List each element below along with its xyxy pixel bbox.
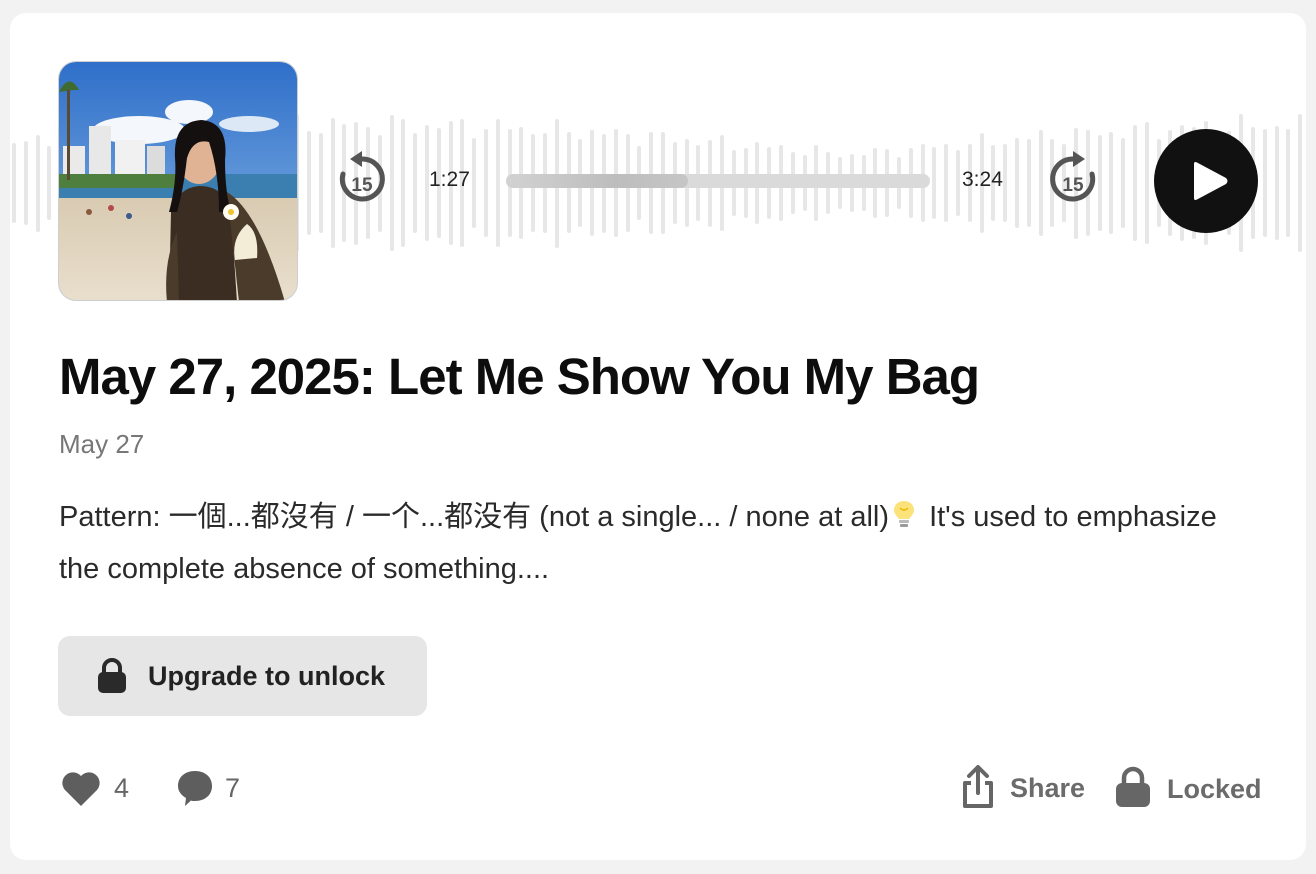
waveform-bar <box>1133 124 1137 242</box>
lock-icon <box>1116 766 1150 807</box>
skip-forward-15-button[interactable]: 15 <box>1047 149 1099 207</box>
total-duration: 3:24 <box>962 168 1003 191</box>
like-button[interactable]: 4 <box>60 765 144 811</box>
play-button[interactable] <box>1154 129 1258 233</box>
share-icon <box>963 765 993 808</box>
waveform-bar <box>1109 132 1114 234</box>
waveform-bar <box>401 119 406 247</box>
forward-15-icon: 15 <box>1050 151 1096 202</box>
upgrade-to-unlock-button[interactable]: Upgrade to unlock <box>58 636 427 716</box>
waveform-bar <box>472 137 477 229</box>
rewind-15-icon: 15 <box>339 151 385 202</box>
progress-fill <box>506 174 689 188</box>
lock-icon <box>98 658 126 693</box>
post-card: 15 1:27 3:24 15 May 27, 2025: Let Me Sho… <box>10 13 1306 860</box>
comment-icon <box>178 771 212 806</box>
waveform-bar <box>1003 143 1008 223</box>
waveform-bar <box>1038 130 1043 236</box>
waveform-bar <box>47 146 52 220</box>
locked-status[interactable]: Locked <box>1115 765 1265 811</box>
waveform-bar <box>12 142 16 224</box>
like-count: 4 <box>114 773 130 803</box>
waveform-bar <box>1121 137 1126 229</box>
progress-scrubber[interactable] <box>506 174 930 188</box>
waveform-bar <box>330 118 335 248</box>
heart-icon <box>62 772 100 806</box>
waveform-bar <box>495 118 500 248</box>
episode-cover-image[interactable] <box>58 61 298 301</box>
waveform-bar <box>1026 138 1031 228</box>
waveform-bar <box>1274 126 1279 240</box>
waveform-bar <box>35 134 40 232</box>
svg-text:15: 15 <box>351 175 373 196</box>
waveform-bar <box>413 132 418 234</box>
waveform-bar <box>318 133 323 233</box>
elapsed-time: 1:27 <box>429 168 470 191</box>
comment-button[interactable]: 7 <box>175 765 259 811</box>
waveform-bar <box>1015 137 1019 229</box>
waveform-bar <box>944 143 949 223</box>
waveform-bar <box>23 140 28 226</box>
post-title[interactable]: May 27, 2025: Let Me Show You My Bag <box>59 347 980 406</box>
waveform-bar <box>956 149 960 217</box>
svg-text:15: 15 <box>1062 175 1084 196</box>
waveform-bar <box>1262 128 1267 238</box>
waveform-bar <box>1286 128 1291 238</box>
share-label: Share <box>1010 773 1086 803</box>
lightbulb-icon <box>894 501 914 527</box>
excerpt-text: Pattern: 一個...都沒有 / 一个...都没有 (not a sing… <box>59 501 889 533</box>
play-icon <box>1194 162 1228 200</box>
locked-label: Locked <box>1167 774 1262 804</box>
waveform-bar <box>307 131 311 235</box>
waveform-bar <box>1298 114 1303 252</box>
waveform-bar <box>484 128 488 238</box>
post-excerpt: Pattern: 一個...都沒有 / 一个...都没有 (not a sing… <box>59 491 1259 595</box>
skip-back-15-button[interactable]: 15 <box>336 149 388 207</box>
post-date: May 27 <box>59 429 145 459</box>
waveform-bar <box>1144 122 1149 244</box>
waveform-bar <box>932 147 937 219</box>
upgrade-label: Upgrade to unlock <box>148 661 386 691</box>
comment-count: 7 <box>225 773 241 803</box>
waveform-bar <box>389 115 394 251</box>
share-button[interactable]: Share <box>960 765 1090 811</box>
